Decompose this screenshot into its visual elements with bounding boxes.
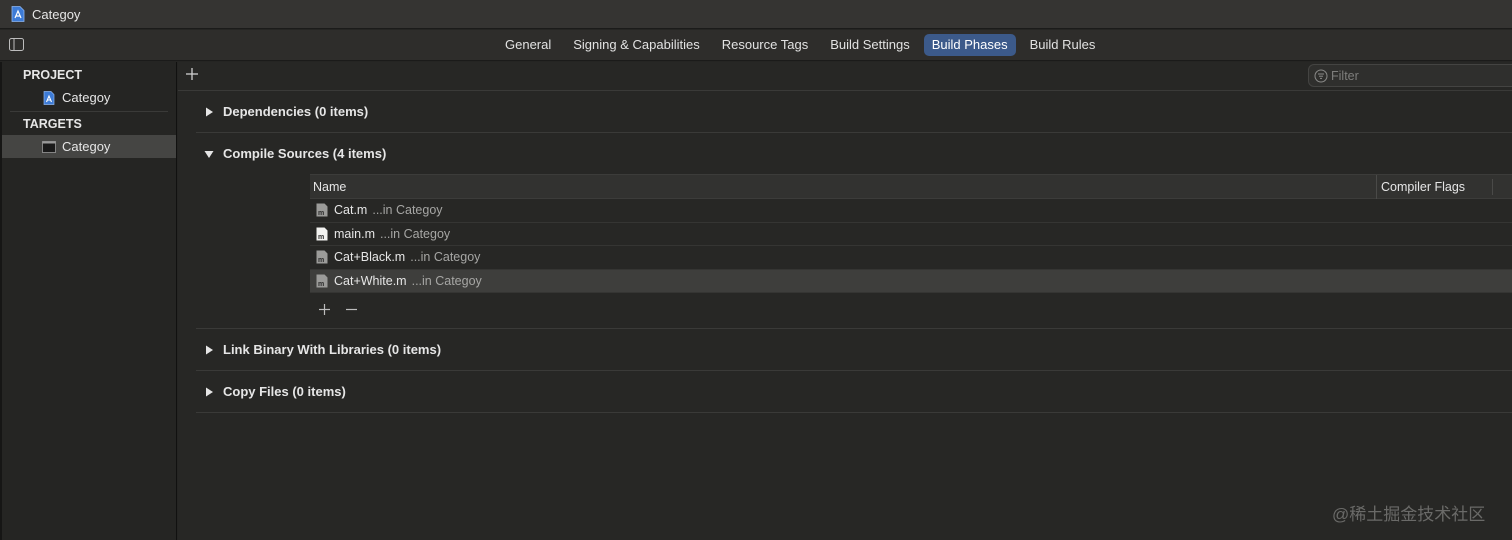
phase-title: Copy Files (0 items) xyxy=(223,384,346,399)
disclosure-down-icon[interactable] xyxy=(204,149,214,159)
phase-header[interactable]: Link Binary With Libraries (0 items) xyxy=(196,329,1512,370)
file-location: ...in Categoy xyxy=(410,250,481,265)
svg-text:m: m xyxy=(318,257,324,264)
phase-title: Compile Sources (4 items) xyxy=(223,146,387,161)
compile-sources-table: Name Compiler Flags m Cat.m ...in Catego… xyxy=(310,174,1512,293)
objc-file-icon: m xyxy=(316,250,328,264)
file-name: Cat.m xyxy=(334,203,368,218)
svg-text:m: m xyxy=(318,234,324,241)
project-target-sidebar: PROJECT Categoy TARGETS Categoy xyxy=(0,62,177,540)
phase-header[interactable]: Compile Sources (4 items) xyxy=(196,133,1512,174)
disclosure-right-icon[interactable] xyxy=(204,387,214,397)
svg-text:m: m xyxy=(318,281,324,288)
tab-build-phases[interactable]: Build Phases xyxy=(923,34,1016,56)
sidebar-toggle-icon[interactable] xyxy=(9,38,24,51)
file-name: Cat+Black.m xyxy=(334,250,406,265)
project-header: PROJECT xyxy=(23,68,83,82)
tab-general[interactable]: General xyxy=(497,34,559,56)
table-row[interactable]: m Cat+White.m ...in Categoy xyxy=(310,269,1512,293)
phase-title: Link Binary With Libraries (0 items) xyxy=(223,342,442,357)
phase-copy-files: Copy Files (0 items) xyxy=(196,371,1512,413)
build-phases-editor: Dependencies (0 items) Compile Sources (… xyxy=(178,62,1512,540)
phase-link-binary: Link Binary With Libraries (0 items) xyxy=(196,329,1512,371)
disclosure-right-icon[interactable] xyxy=(204,345,214,355)
compile-sources-body: Name Compiler Flags m Cat.m ...in Catego… xyxy=(196,174,1512,328)
remove-file-icon[interactable] xyxy=(345,303,358,316)
objc-file-icon: m xyxy=(316,203,328,217)
table-row-buttons xyxy=(318,303,358,316)
column-header-compiler-flags[interactable]: Compiler Flags xyxy=(1376,175,1465,199)
table-header: Name Compiler Flags xyxy=(310,174,1512,199)
sidebar-divider xyxy=(10,111,168,112)
tab-resource-tags[interactable]: Resource Tags xyxy=(714,34,816,56)
add-file-icon[interactable] xyxy=(318,303,331,316)
sidebar-item-project[interactable]: Categoy xyxy=(2,86,176,109)
objc-file-icon: m xyxy=(316,227,328,241)
phase-dependencies: Dependencies (0 items) xyxy=(196,91,1512,133)
add-build-phase-icon[interactable] xyxy=(184,66,200,82)
phase-title: Dependencies (0 items) xyxy=(223,104,369,119)
table-row[interactable]: m main.m ...in Categoy xyxy=(310,223,1512,246)
file-location: ...in Categoy xyxy=(411,273,482,288)
editor-tab-bar: General Signing & Capabilities Resource … xyxy=(0,30,1512,61)
filter-input[interactable] xyxy=(1331,68,1511,83)
svg-text:m: m xyxy=(318,210,324,217)
sidebar-item-label: Categoy xyxy=(62,90,111,105)
filter-icon xyxy=(1314,69,1328,82)
tab-signing-capabilities[interactable]: Signing & Capabilities xyxy=(565,34,707,56)
file-name: Cat+White.m xyxy=(334,273,407,288)
xcodeproj-icon xyxy=(11,6,25,22)
phase-header[interactable]: Dependencies (0 items) xyxy=(196,91,1512,132)
tab-build-rules[interactable]: Build Rules xyxy=(1022,34,1104,56)
file-location: ...in Categoy xyxy=(372,203,443,218)
build-phases-toolbar xyxy=(178,62,1512,91)
filter-field[interactable] xyxy=(1308,64,1512,87)
window-title: Categoy xyxy=(32,6,81,22)
xcodeproj-icon xyxy=(43,90,55,105)
column-header-name[interactable]: Name xyxy=(313,175,346,199)
watermark: @稀土掘金技术社区 xyxy=(1332,505,1486,524)
tab-build-settings[interactable]: Build Settings xyxy=(822,34,918,56)
command-line-tool-icon xyxy=(42,140,56,153)
phase-compile-sources: Compile Sources (4 items) Name Compiler … xyxy=(196,133,1512,329)
tab-list: General Signing & Capabilities Resource … xyxy=(497,34,1109,56)
sidebar-item-label: Categoy xyxy=(62,139,111,154)
targets-header: TARGETS xyxy=(23,117,82,131)
phase-header[interactable]: Copy Files (0 items) xyxy=(196,371,1512,412)
column-divider xyxy=(1492,179,1493,195)
objc-file-icon: m xyxy=(316,274,328,288)
file-name: main.m xyxy=(334,226,375,241)
table-row[interactable]: m Cat.m ...in Categoy xyxy=(310,199,1512,223)
disclosure-right-icon[interactable] xyxy=(204,107,214,117)
sidebar-item-target[interactable]: Categoy xyxy=(2,135,176,158)
file-location: ...in Categoy xyxy=(379,226,451,241)
table-row[interactable]: m Cat+Black.m ...in Categoy xyxy=(310,246,1512,270)
window-titlebar: Categoy xyxy=(0,0,1512,29)
